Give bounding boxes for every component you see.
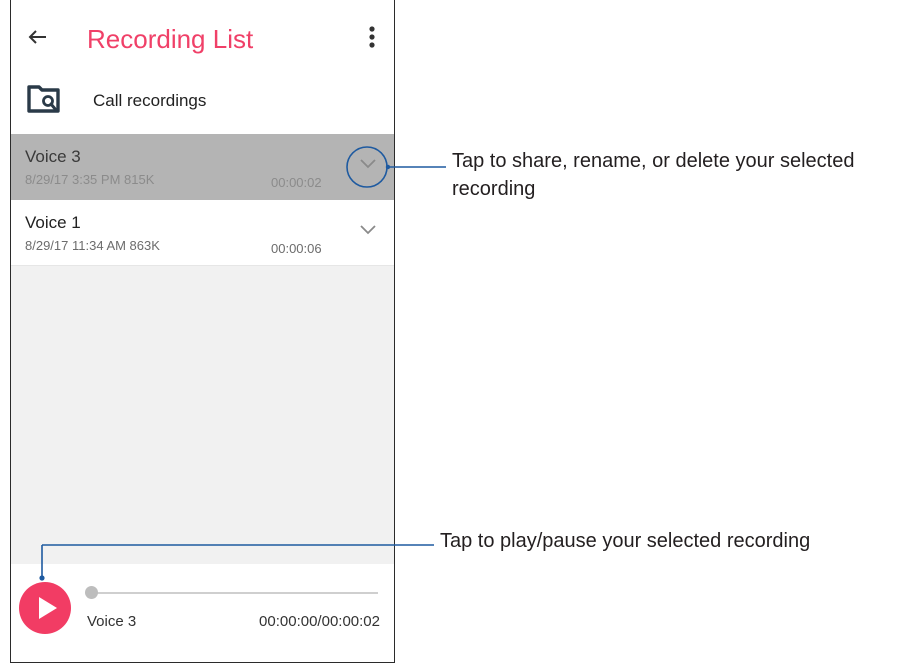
- more-vertical-icon: [369, 26, 375, 48]
- back-button[interactable]: [25, 22, 51, 52]
- recording-duration: 00:00:02: [271, 175, 322, 190]
- play-icon: [39, 597, 57, 619]
- expand-callout-text-line2: recording: [452, 178, 536, 200]
- manual-page: Recording List Call recordings Voice 3 8…: [0, 0, 902, 664]
- recording-name: Voice 3: [25, 147, 81, 166]
- now-playing-name: Voice 3: [87, 613, 137, 630]
- recording-item[interactable]: Voice 3 8/29/17 3:35 PM 815K 00:00:02: [11, 134, 394, 200]
- call-recordings-folder[interactable]: Call recordings: [11, 78, 394, 134]
- chevron-down-icon: [360, 225, 376, 235]
- recording-meta: 8/29/17 3:35 PM 815K: [25, 172, 155, 187]
- playback-time: 00:00:00/00:00:02: [259, 613, 380, 630]
- expand-options-button[interactable]: [357, 152, 379, 174]
- recording-item[interactable]: Voice 1 8/29/17 11:34 AM 863K 00:00:06: [11, 200, 394, 266]
- arrow-left-icon: [28, 30, 46, 44]
- play-callout-text: Tap to play/pause your selected recordin…: [440, 530, 811, 552]
- overflow-menu-button[interactable]: [364, 22, 380, 52]
- phone-screen: Recording List Call recordings Voice 3 8…: [10, 0, 395, 663]
- seek-bar[interactable]: [91, 592, 378, 594]
- expand-options-button[interactable]: [357, 218, 379, 240]
- recording-list: Voice 3 8/29/17 3:35 PM 815K 00:00:02 Vo…: [11, 134, 394, 564]
- recording-duration: 00:00:06: [271, 241, 322, 256]
- expand-callout-text-line1: Tap to share, rename, or delete your sel…: [452, 150, 855, 172]
- playback-bar: Voice 3 00:00:00/00:00:02: [11, 564, 394, 662]
- app-bar: Recording List: [11, 0, 394, 78]
- seek-thumb[interactable]: [85, 586, 98, 599]
- page-title: Recording List: [87, 24, 254, 54]
- chevron-down-icon: [360, 159, 376, 169]
- folder-label: Call recordings: [93, 91, 207, 110]
- recording-meta: 8/29/17 11:34 AM 863K: [25, 238, 160, 253]
- recording-name: Voice 1: [25, 213, 81, 232]
- call-recording-folder-icon: [27, 85, 60, 113]
- play-pause-button[interactable]: [19, 582, 71, 634]
